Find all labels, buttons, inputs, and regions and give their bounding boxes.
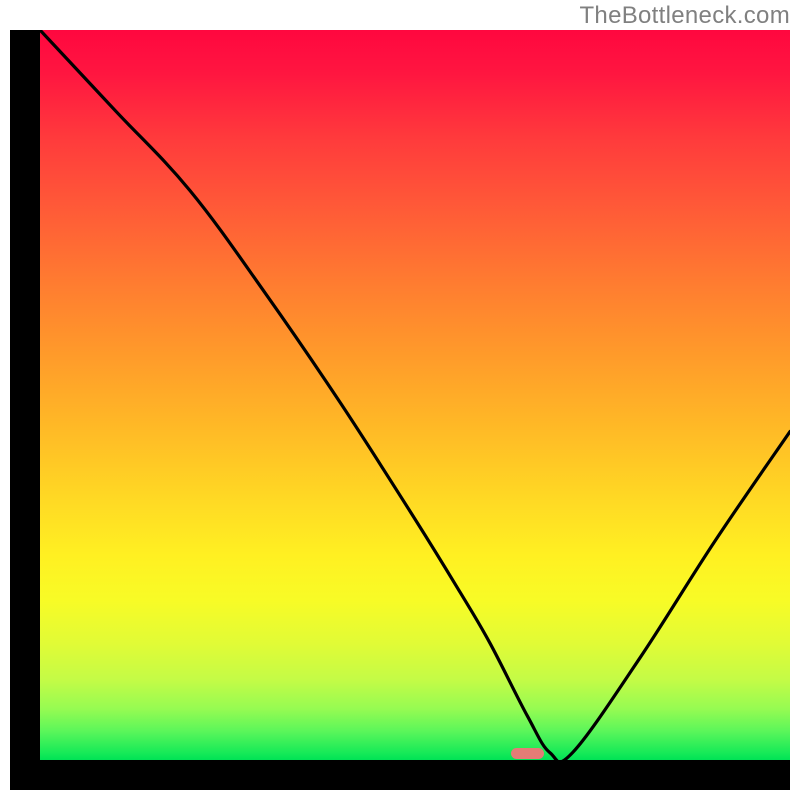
plot-frame [10,30,790,790]
chart-canvas: TheBottleneck.com [0,0,800,800]
plot-area [40,30,790,760]
minimum-marker [511,748,545,759]
watermark-text: TheBottleneck.com [579,2,790,30]
bottleneck-curve [40,30,790,760]
